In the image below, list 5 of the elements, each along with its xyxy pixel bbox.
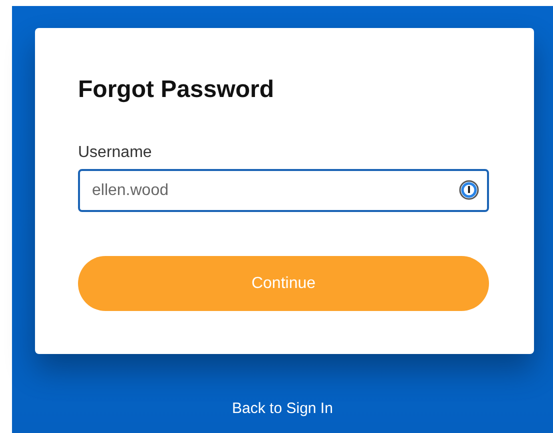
password-manager-icon[interactable] bbox=[459, 180, 479, 200]
back-to-sign-in-link[interactable]: Back to Sign In bbox=[232, 398, 333, 420]
field-label: Username bbox=[78, 143, 152, 163]
username-field[interactable]: ellen.wood bbox=[78, 169, 489, 212]
page-title: Forgot Password bbox=[78, 77, 276, 103]
